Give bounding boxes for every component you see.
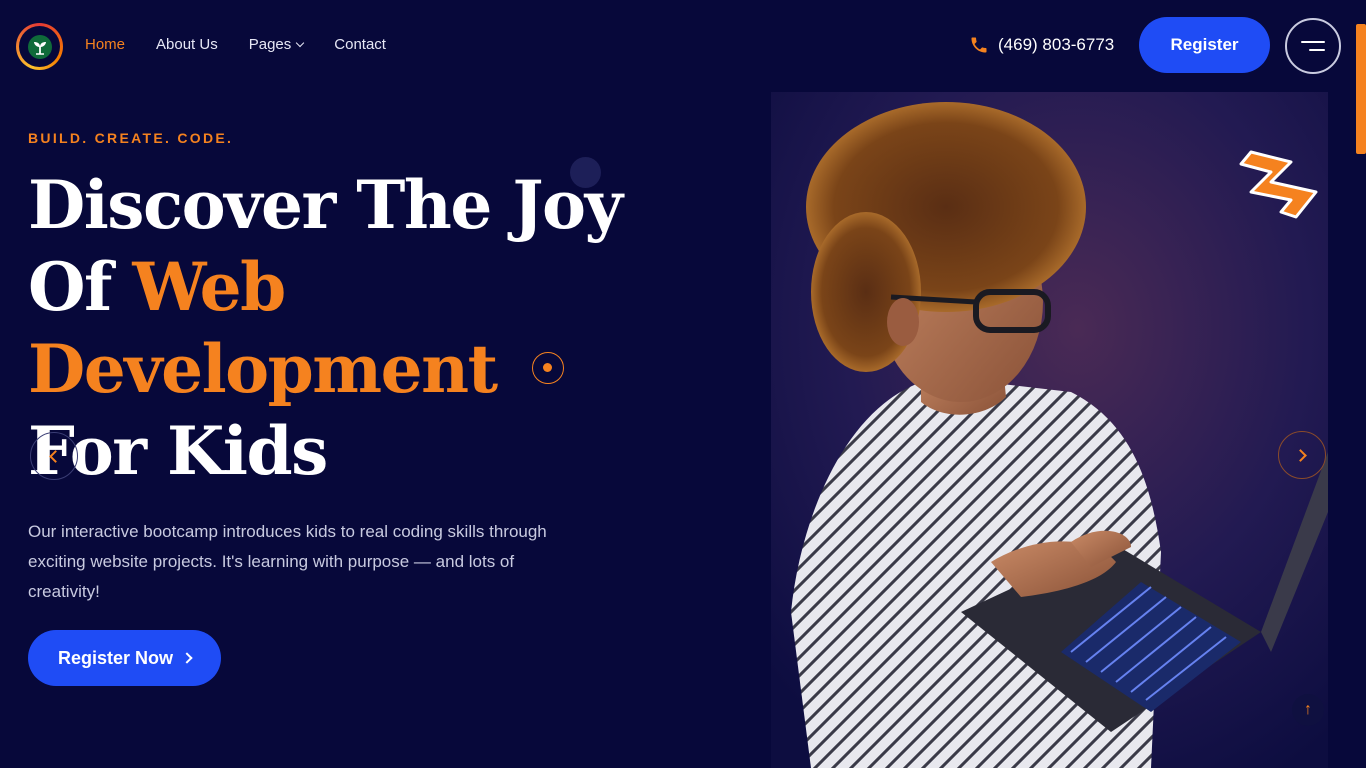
nav-item-label: Contact <box>334 36 386 53</box>
logo-sprout-icon <box>19 26 60 67</box>
nav-item-label: About Us <box>156 36 218 53</box>
hero-image <box>771 92 1328 768</box>
hero-headline: Discover The Joy Of Web Development For … <box>28 164 628 492</box>
site-header: Home About Us Pages Contact (469) 803-67… <box>0 0 1366 92</box>
main-nav: Home About Us Pages Contact <box>85 36 417 53</box>
cta-label: Register Now <box>57 647 174 668</box>
chevron-down-icon <box>296 38 305 48</box>
menu-button[interactable] <box>1285 18 1341 74</box>
arrow-up-icon: ↑ <box>1304 701 1312 718</box>
decorative-ring <box>532 352 564 384</box>
chevron-right-icon <box>181 652 193 664</box>
phone-icon <box>971 37 987 53</box>
hero-description: Our interactive bootcamp introduces kids… <box>28 522 547 601</box>
nav-item-contact[interactable]: Contact <box>334 36 386 53</box>
phone-number: (469) 803-6773 <box>998 35 1115 54</box>
menu-icon <box>1301 41 1325 51</box>
chevron-left-icon <box>49 449 62 463</box>
register-button[interactable]: Register <box>1139 17 1270 73</box>
chevron-right-icon <box>1294 448 1307 462</box>
slider-prev-button[interactable] <box>30 432 78 480</box>
site-logo[interactable] <box>16 23 63 70</box>
register-now-button[interactable]: Register Now <box>28 630 221 686</box>
nav-item-label: Home <box>85 36 126 53</box>
headline-part: Discover The Joy Of <box>28 166 623 326</box>
scroll-to-top-button[interactable]: ↑ <box>1292 694 1324 726</box>
landing-page: Home About Us Pages Contact (469) 803-67… <box>0 0 1366 768</box>
slider-next-button[interactable] <box>1278 431 1326 479</box>
hero-tagline: BUILD. CREATE. CODE. <box>28 130 234 146</box>
nav-item-pages[interactable]: Pages <box>248 36 305 53</box>
nav-item-home[interactable]: Home <box>85 36 125 53</box>
phone-link[interactable]: (469) 803-6773 <box>969 35 1114 55</box>
nav-item-label: Pages <box>248 36 292 53</box>
nav-item-about-us[interactable]: About Us <box>156 36 218 53</box>
